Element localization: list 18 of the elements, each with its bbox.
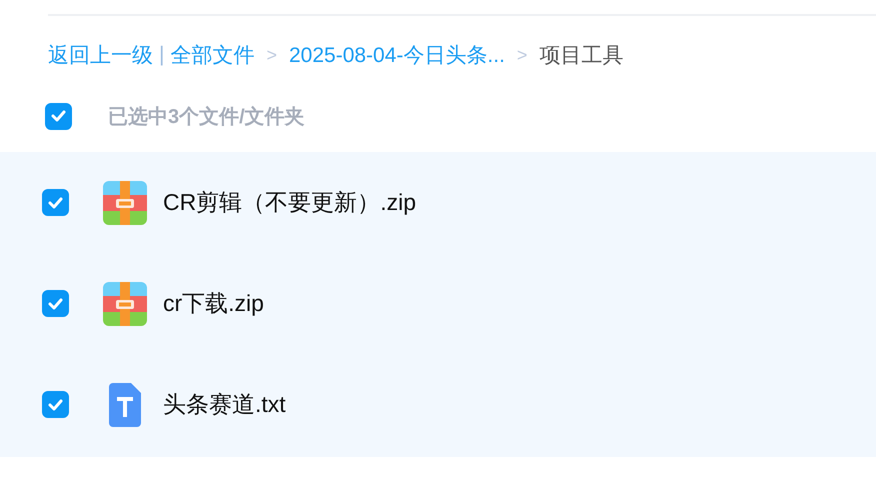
separator: | — [159, 43, 164, 67]
archive-icon — [103, 282, 147, 326]
checkbox[interactable] — [45, 102, 72, 130]
archive-icon — [103, 180, 147, 224]
checkbox[interactable] — [42, 290, 69, 317]
chevron-icon: > — [266, 44, 277, 66]
checkbox[interactable] — [42, 391, 69, 418]
file-name[interactable]: CR剪辑（不要更新）.zip — [163, 187, 416, 218]
checkmark-icon — [48, 398, 63, 410]
checkmark-icon — [51, 110, 66, 122]
file-name[interactable]: 头条赛道.txt — [163, 389, 286, 420]
breadcrumb-current: 项目工具 — [539, 43, 624, 69]
chevron-icon: > — [516, 44, 528, 66]
checkmark-icon — [48, 196, 63, 208]
selection-count: 已选中3个文件/文件夹 — [108, 104, 305, 130]
file-name[interactable]: cr下载.zip — [163, 288, 264, 319]
checkbox[interactable] — [42, 189, 69, 216]
checkmark-icon — [48, 298, 63, 310]
